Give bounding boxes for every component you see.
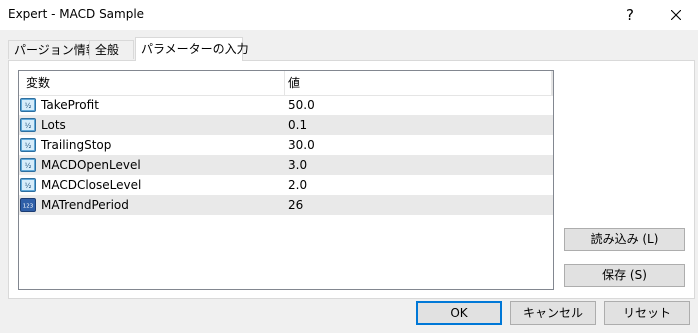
tab-general[interactable]: 全般 — [89, 40, 134, 59]
parameter-row[interactable]: ½ TrailingStop 30.0 — [19, 135, 553, 155]
tab-label: 全般 — [95, 43, 120, 57]
close-icon — [671, 10, 681, 20]
svg-text:½: ½ — [25, 182, 32, 190]
svg-text:½: ½ — [25, 142, 32, 150]
parameter-row[interactable]: ½ MACDCloseLevel 2.0 — [19, 175, 553, 195]
parameter-row[interactable]: 123 MATrendPeriod 26 — [19, 195, 553, 215]
svg-text:½: ½ — [25, 122, 32, 130]
svg-text:½: ½ — [25, 162, 32, 170]
parameter-value[interactable]: 3.0 — [288, 155, 307, 175]
parameter-name: MACDCloseLevel — [41, 178, 142, 192]
parameter-name: Lots — [41, 118, 66, 132]
parameter-value[interactable]: 30.0 — [288, 135, 315, 155]
tab-label: パラメーターの入力 — [141, 42, 249, 56]
parameter-grid[interactable]: 変数 値 ½ TakeProfit 50.0 ½ Lots 0.1 ½ Trai… — [18, 70, 554, 290]
parameter-value[interactable]: 26 — [288, 195, 303, 215]
column-divider[interactable] — [284, 71, 285, 95]
load-button[interactable]: 読み込み (L) — [564, 228, 685, 251]
header-edge — [551, 71, 553, 95]
column-header-value[interactable]: 値 — [288, 71, 300, 95]
ok-button[interactable]: OK — [416, 301, 502, 325]
cancel-button[interactable]: キャンセル — [510, 301, 596, 325]
parameter-value[interactable]: 50.0 — [288, 95, 315, 115]
double-value-icon: ½ — [20, 118, 36, 132]
double-value-icon: ½ — [20, 158, 36, 172]
tab-label: パージョン情報 — [14, 43, 98, 57]
title-bar: Expert - MACD Sample ? — [0, 0, 698, 30]
parameter-value[interactable]: 2.0 — [288, 175, 307, 195]
double-value-icon: ½ — [20, 138, 36, 152]
parameter-value[interactable]: 0.1 — [288, 115, 307, 135]
parameter-name: MACDOpenLevel — [41, 158, 141, 172]
parameter-row[interactable]: ½ MACDOpenLevel 3.0 — [19, 155, 553, 175]
parameter-name: MATrendPeriod — [41, 198, 129, 212]
double-value-icon: ½ — [20, 178, 36, 192]
reset-button[interactable]: リセット — [604, 301, 690, 325]
integer-value-icon: 123 — [20, 198, 36, 212]
help-button[interactable]: ? — [608, 0, 652, 30]
help-icon: ? — [626, 6, 634, 24]
save-button[interactable]: 保存 (S) — [564, 264, 685, 287]
tab-input-parameters[interactable]: パラメーターの入力 — [135, 37, 249, 61]
double-value-icon: ½ — [20, 98, 36, 112]
parameter-row[interactable]: ½ TakeProfit 50.0 — [19, 95, 553, 115]
svg-text:½: ½ — [25, 102, 32, 110]
parameter-name: TakeProfit — [41, 98, 99, 112]
window-title: Expert - MACD Sample — [8, 7, 145, 21]
parameter-name: TrailingStop — [41, 138, 112, 152]
svg-text:123: 123 — [23, 204, 34, 210]
grid-header: 変数 値 — [19, 71, 553, 96]
parameter-row[interactable]: ½ Lots 0.1 — [19, 115, 553, 135]
column-header-variable[interactable]: 変数 — [26, 71, 50, 95]
tab-version-info[interactable]: パージョン情報 — [8, 40, 98, 59]
close-button[interactable] — [654, 0, 698, 30]
